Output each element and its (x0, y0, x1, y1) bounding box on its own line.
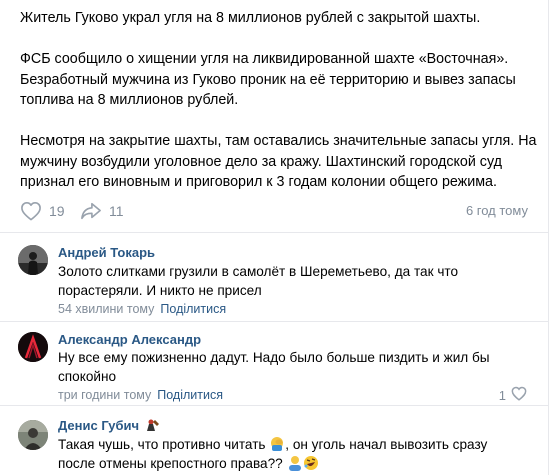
comment-like-count: 1 (498, 387, 506, 403)
author-badge-icon (146, 418, 160, 435)
post-paragraph-2: ФСБ сообщило о хищении угля на ликвидиро… (20, 51, 516, 108)
reply-link[interactable]: Поділитися (160, 302, 226, 316)
comment-author-name: Денис Губич (58, 418, 140, 433)
post-timestamp[interactable]: 6 год тому (466, 203, 528, 218)
avatar[interactable] (18, 245, 48, 275)
face-palm-emoji-icon (269, 436, 285, 452)
comment-author[interactable]: Денис Губич (58, 418, 160, 435)
comment-text: Золото слитками грузили в самолёт в Шере… (58, 264, 459, 298)
comment-like-button[interactable]: 1 (499, 386, 527, 404)
post-text: Житель Гуково украл угля на 8 миллионов … (20, 8, 540, 193)
comment: Александр Александр Ну все ему пожизненн… (0, 322, 549, 405)
avatar[interactable] (18, 420, 48, 450)
like-button[interactable]: 19 (20, 198, 65, 224)
comment-time[interactable]: три години тому (58, 388, 151, 402)
avatar[interactable] (18, 332, 48, 362)
rolling-laughing-emoji-icon (303, 455, 319, 471)
post-card: Житель Гуково украл угля на 8 миллионов … (0, 0, 549, 475)
comment: Андрей Токарь Золото слитками грузили в … (0, 233, 549, 323)
person-emoji-icon (287, 455, 303, 471)
comment-author[interactable]: Андрей Токарь (58, 245, 155, 260)
comment-author[interactable]: Александр Александр (58, 332, 201, 347)
comment-meta: три години тому Поділитися (58, 388, 223, 402)
heart-icon (511, 386, 527, 404)
comment-text-part: Такая чушь, что противно читать (58, 437, 270, 452)
reply-link[interactable]: Поділитися (157, 388, 223, 402)
share-count: 11 (109, 203, 124, 219)
post-paragraph-3: Несмотря на закрытие шахты, там оставали… (20, 133, 537, 190)
post-paragraph-1: Житель Гуково украл угля на 8 миллионов … (20, 10, 481, 26)
comment-text: Ну все ему пожизненно дадут. Надо было б… (58, 350, 490, 384)
post-actions: 19 11 6 год тому (0, 198, 549, 224)
comment-meta: 54 хвилини тому Поділитися (58, 302, 226, 316)
comment: Денис Губич Такая чушь, что противно чит… (0, 406, 549, 475)
share-button[interactable]: 11 (80, 198, 124, 224)
like-count: 19 (49, 203, 65, 219)
heart-icon (20, 201, 42, 221)
comment-text: Такая чушь, что противно читать , он уго… (58, 436, 528, 473)
share-arrow-icon (80, 201, 102, 221)
comment-time[interactable]: 54 хвилини тому (58, 302, 154, 316)
